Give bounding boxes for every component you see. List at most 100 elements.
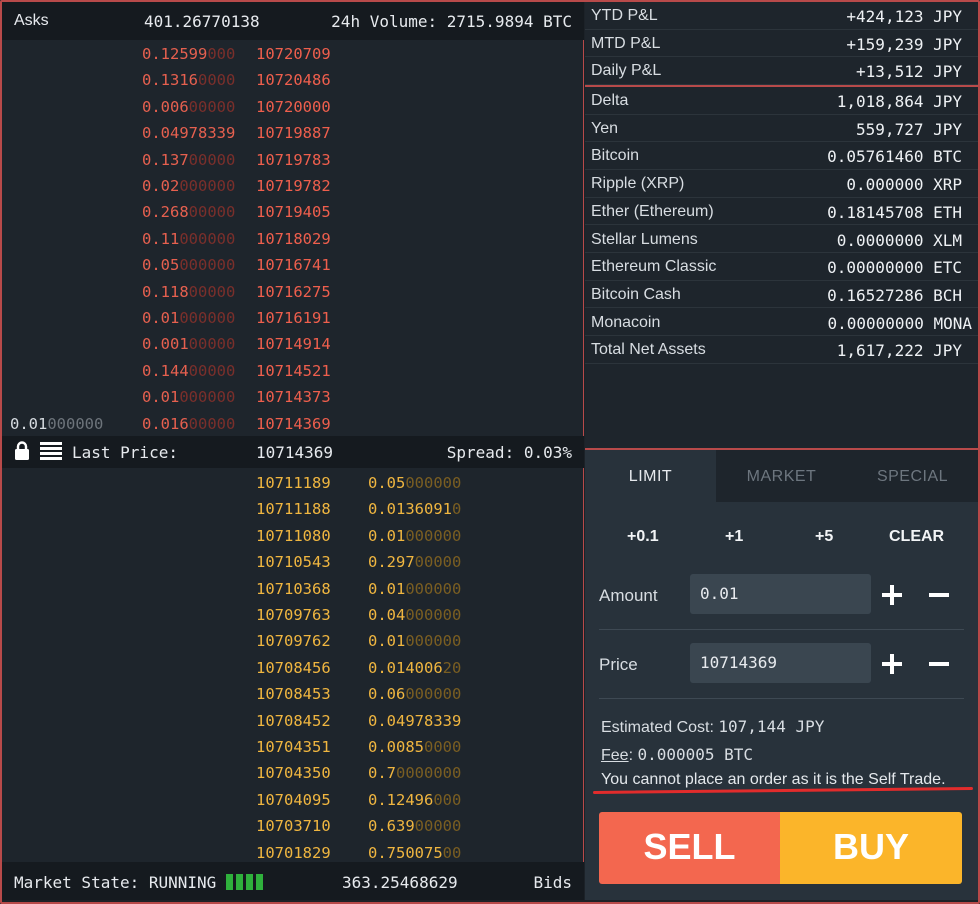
bid-row[interactable]: 10709762 0.01000000: [2, 627, 584, 653]
ask-price: 10714914: [256, 335, 331, 354]
bid-row[interactable]: 10710368 0.01000000: [2, 575, 584, 601]
ask-row[interactable]: 0.01000000 0.01600000 10714369: [2, 410, 584, 436]
step-plus-1-button[interactable]: +1: [725, 528, 743, 546]
balance-row: Delta 1,018,864 JPY: [585, 87, 978, 115]
volume-24h: 24h Volume: 2715.9894 BTC: [331, 12, 572, 31]
ask-row[interactable]: 0.26800000 10719405: [2, 198, 584, 224]
bid-qty: 0.05000000: [368, 474, 461, 492]
bid-row[interactable]: 10704350 0.70000000: [2, 759, 584, 785]
bid-row[interactable]: 10711188 0.01360910: [2, 495, 584, 521]
price-minus-icon[interactable]: [929, 652, 953, 676]
ask-qty-sig: 0.11: [142, 229, 180, 248]
ask-row[interactable]: 0.13700000 10719783: [2, 146, 584, 172]
order-form: LIMIT MARKET SPECIAL +0.1 +1 +5 CLEAR Am…: [585, 450, 978, 900]
bids-footer: Market State: RUNNING 363.25468629 Bids: [2, 862, 584, 900]
bid-qty: 0.29700000: [368, 553, 461, 571]
ask-price: 10716741: [256, 256, 331, 275]
ask-row[interactable]: 0.02000000 10719782: [2, 172, 584, 198]
bid-qty-pad: 0000: [424, 738, 462, 756]
bid-row[interactable]: 10708453 0.06000000: [2, 680, 584, 706]
sell-button[interactable]: SELL: [599, 812, 780, 884]
bid-qty-pad: 0000000: [396, 764, 462, 783]
ask-row[interactable]: 0.01000000 10714373: [2, 383, 584, 409]
ask-qty-pad: 000000: [179, 177, 236, 195]
pl-value: +159,239 JPY: [846, 34, 962, 54]
ask-row[interactable]: 0.13160000 10720486: [2, 66, 584, 92]
bid-qty-sig: 0.05: [368, 474, 406, 492]
bid-row[interactable]: 10708456 0.01400620: [2, 654, 584, 680]
bid-qty: 0.01400620: [368, 659, 461, 677]
ask-qty: 0.01000000: [142, 388, 235, 406]
bid-row[interactable]: 10703710 0.63900000: [2, 812, 584, 838]
fee-label[interactable]: Fee: [601, 747, 629, 764]
own-qty-pad: 000000: [47, 414, 104, 433]
bid-price: 10708452: [256, 711, 331, 730]
form-divider: [599, 629, 964, 630]
bid-price: 10704351: [256, 738, 331, 756]
bid-row[interactable]: 10711080 0.01000000: [2, 522, 584, 548]
clear-button[interactable]: CLEAR: [889, 528, 944, 546]
ask-qty-sig: 0.016: [142, 414, 189, 433]
ask-row[interactable]: 0.11800000 10716275: [2, 278, 584, 304]
ask-qty-sig: 0.12599: [142, 45, 208, 63]
balances-panel: YTD P&L +424,123 JPY MTD P&L +159,239 JPY Da…: [585, 2, 978, 448]
lock-icon[interactable]: [14, 441, 30, 461]
fee-value: 0.000005 BTC: [637, 745, 754, 764]
bid-row[interactable]: 10704095 0.12496000: [2, 786, 584, 812]
ask-row[interactable]: 0.00100000 10714914: [2, 330, 584, 356]
ask-price: 10714373: [256, 388, 331, 407]
ask-qty: 0.13700000: [142, 151, 235, 169]
ask-qty-pad: 000000: [179, 388, 236, 407]
amount-input[interactable]: 0.01: [690, 574, 871, 614]
bid-price: 10708456: [256, 658, 331, 677]
ask-qty: 0.00600000: [142, 98, 235, 116]
ask-qty-pad: 00000: [188, 414, 236, 433]
bid-row[interactable]: 10709763 0.04000000: [2, 601, 584, 627]
price-input[interactable]: 10714369: [690, 643, 871, 683]
last-price-bar: Last Price: 10714369 Spread: 0.03%: [2, 436, 584, 468]
balance-row: Monacoin 0.00000000 MONA: [585, 309, 978, 337]
bid-qty: 0.12496000: [368, 791, 461, 809]
price-plus-icon[interactable]: [882, 652, 906, 676]
bid-qty-pad: 000000: [405, 685, 462, 704]
ask-row[interactable]: 0.00600000 10720000: [2, 93, 584, 119]
ask-row[interactable]: 0.11000000 10718029: [2, 225, 584, 251]
step-plus-5-button[interactable]: +5: [815, 528, 833, 546]
ask-row[interactable]: 0.12599000 10720709: [2, 40, 584, 66]
bid-qty-sig: 0.297: [368, 553, 415, 572]
balance-name: Monacoin: [591, 313, 661, 331]
estimated-cost: Estimated Cost: 107,144 JPY: [601, 717, 824, 737]
balance-name: Stellar Lumens: [591, 230, 698, 248]
tab-market[interactable]: MARKET: [716, 450, 847, 502]
bid-qty-pad: 000000: [405, 474, 462, 492]
list-icon[interactable]: [40, 442, 62, 460]
tab-special[interactable]: SPECIAL: [847, 450, 978, 502]
bid-row[interactable]: 10710543 0.29700000: [2, 548, 584, 574]
ask-qty-pad: 00000: [188, 361, 236, 380]
ask-qty: 0.01000000: [142, 309, 235, 327]
buy-button[interactable]: BUY: [780, 812, 962, 884]
market-state: Market State: RUNNING: [14, 873, 217, 892]
ask-qty: 0.11800000: [142, 283, 235, 301]
ask-qty-pad: 00000: [188, 150, 236, 169]
ask-qty: 0.00100000: [142, 335, 235, 353]
tab-limit[interactable]: LIMIT: [585, 450, 716, 502]
amount-plus-icon[interactable]: [882, 583, 906, 607]
step-plus-0-1-button[interactable]: +0.1: [627, 528, 659, 546]
bid-row[interactable]: 10704351 0.00850000: [2, 733, 584, 759]
balance-value: 1,617,222 JPY: [836, 341, 962, 361]
bid-qty-sig: 0.01: [368, 526, 406, 545]
ask-qty-pad: 00000: [188, 97, 236, 116]
ask-row[interactable]: 0.14400000 10714521: [2, 357, 584, 383]
ask-row[interactable]: 0.01000000 10716191: [2, 304, 584, 330]
asks-header: Asks 401.26770138 24h Volume: 2715.9894 …: [2, 2, 584, 40]
bid-qty-sig: 0.014006: [368, 658, 443, 677]
ask-row[interactable]: 0.05000000 10716741: [2, 251, 584, 277]
bid-row[interactable]: 10708452 0.04978339: [2, 707, 584, 733]
amount-minus-icon[interactable]: [929, 583, 953, 607]
ask-row[interactable]: 0.04978339 10719887: [2, 119, 584, 145]
balance-name: Ether (Ethereum): [591, 202, 714, 220]
bid-qty-sig: 0.750075: [368, 843, 443, 862]
bid-qty: 0.75007500: [368, 844, 461, 862]
bid-row[interactable]: 10711189 0.05000000: [2, 469, 584, 495]
